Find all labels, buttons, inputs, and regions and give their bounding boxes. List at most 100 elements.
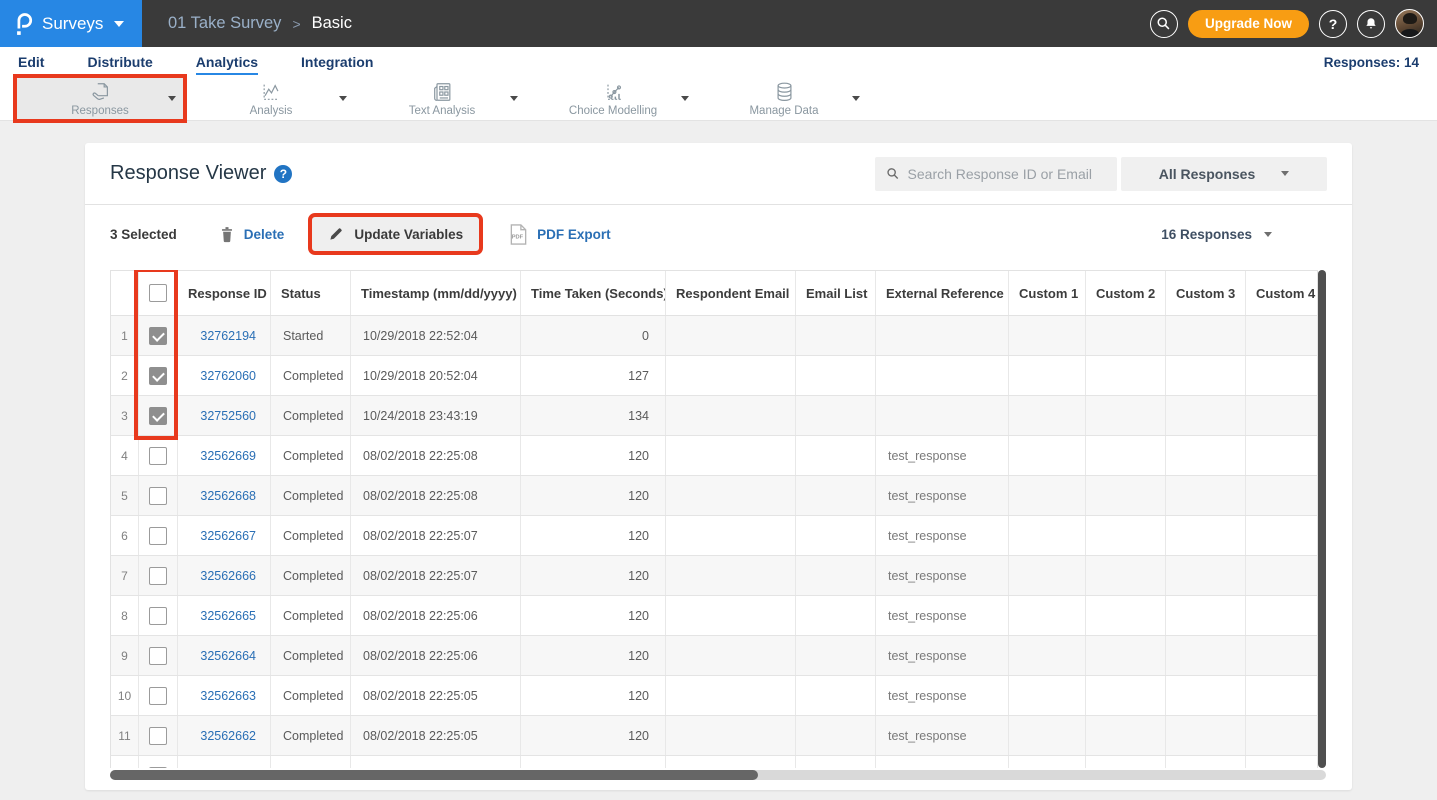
tab-analytics[interactable]: Analytics (196, 50, 258, 75)
brand-menu[interactable]: Surveys (0, 0, 142, 47)
row-checkbox[interactable] (149, 407, 167, 425)
horizontal-scrollbar[interactable] (110, 770, 1326, 780)
time-taken-cell: 120 (521, 556, 666, 595)
external-reference-cell (876, 396, 1009, 435)
row-checkbox[interactable] (149, 327, 167, 345)
row-number: 3 (111, 396, 139, 435)
choice-modelling-dropdown-caret-icon[interactable] (681, 96, 689, 101)
table-body: 1 32762194 Started 10/29/2018 22:52:04 0… (110, 316, 1326, 768)
column-header-status[interactable]: Status (271, 271, 351, 315)
toolbar-analysis[interactable]: Analysis (185, 77, 357, 121)
column-header-respondent-email[interactable]: Respondent Email (666, 271, 796, 315)
response-search[interactable] (875, 157, 1117, 191)
column-header-response-id[interactable]: Response ID ▲▼ (178, 271, 271, 315)
custom3-cell (1166, 436, 1246, 475)
row-checkbox[interactable] (149, 447, 167, 465)
response-id-link[interactable]: 32752560 (178, 396, 271, 435)
custom4-cell (1246, 596, 1317, 635)
pdf-export-button[interactable]: PDF PDF Export (509, 224, 611, 245)
table-row: 2 32762060 Completed 10/29/2018 20:52:04… (110, 356, 1318, 396)
respondent-email-cell (666, 476, 796, 515)
response-id-link[interactable]: 32562663 (178, 676, 271, 715)
notifications-button[interactable] (1357, 10, 1385, 38)
row-checkbox[interactable] (149, 607, 167, 625)
custom2-cell (1086, 396, 1166, 435)
responses-dropdown-caret-icon (1264, 232, 1272, 237)
row-checkbox[interactable] (149, 567, 167, 585)
custom4-cell (1246, 476, 1317, 515)
response-id-link[interactable]: 32562664 (178, 636, 271, 675)
row-checkbox[interactable] (149, 367, 167, 385)
row-checkbox[interactable] (149, 727, 167, 745)
toolbar-choice-modelling[interactable]: Choice Modelling (527, 77, 699, 121)
response-id-link[interactable] (178, 756, 271, 768)
custom1-cell (1009, 636, 1086, 675)
column-header-time-taken-seconds-[interactable]: Time Taken (Seconds) ▲▼ (521, 271, 666, 315)
responses-count-dropdown[interactable]: 16 Responses (1161, 227, 1272, 242)
help-button[interactable]: ? (1319, 10, 1347, 38)
custom3-cell (1166, 596, 1246, 635)
column-header-timestamp-mm-dd-yyyy-[interactable]: Timestamp (mm/dd/yyyy) ▲▼ (351, 271, 521, 315)
response-id-link[interactable]: 32762060 (178, 356, 271, 395)
upgrade-now-button[interactable]: Upgrade Now (1188, 10, 1309, 38)
response-id-link[interactable]: 32562667 (178, 516, 271, 555)
toolbar-text-analysis[interactable]: Text Analysis (356, 77, 528, 121)
column-header-email-list[interactable]: Email List (796, 271, 876, 315)
select-all-checkbox[interactable] (149, 284, 167, 302)
responses-dropdown-caret-icon[interactable] (168, 96, 176, 101)
email-list-cell (796, 436, 876, 475)
response-id-link[interactable]: 32562666 (178, 556, 271, 595)
response-id-link[interactable]: 32562665 (178, 596, 271, 635)
search-button[interactable] (1150, 10, 1178, 38)
custom2-cell (1086, 556, 1166, 595)
column-header-custom-2[interactable]: Custom 2 (1086, 271, 1166, 315)
choice-modelling-icon (602, 81, 625, 103)
viewer-help-icon[interactable]: ? (274, 165, 292, 183)
row-checkbox[interactable] (149, 487, 167, 505)
response-id-link[interactable]: 32562668 (178, 476, 271, 515)
page-title: Response Viewer (110, 162, 266, 185)
external-reference-cell: test_response (876, 516, 1009, 555)
row-checkbox[interactable] (149, 647, 167, 665)
row-checkbox[interactable] (149, 527, 167, 545)
column-header-custom-4[interactable]: Custom 4 (1246, 271, 1317, 315)
manage-data-dropdown-caret-icon[interactable] (852, 96, 860, 101)
responses-filter-dropdown[interactable]: All Responses (1121, 157, 1327, 191)
custom1-cell (1009, 476, 1086, 515)
email-list-cell (796, 556, 876, 595)
custom2-cell (1086, 316, 1166, 355)
user-avatar[interactable] (1395, 9, 1424, 38)
breadcrumb-survey-link[interactable]: 01 Take Survey (168, 14, 281, 33)
column-header-custom-3[interactable]: Custom 3 (1166, 271, 1246, 315)
response-id-link[interactable]: 32762194 (178, 316, 271, 355)
custom4-cell (1246, 676, 1317, 715)
analysis-dropdown-caret-icon[interactable] (339, 96, 347, 101)
vertical-scrollbar[interactable] (1318, 270, 1326, 768)
delete-button[interactable]: Delete (219, 226, 285, 243)
toolbar-responses[interactable]: Responses (14, 77, 186, 121)
pencil-icon (328, 226, 344, 242)
tab-integration[interactable]: Integration (301, 50, 373, 75)
text-analysis-dropdown-caret-icon[interactable] (510, 96, 518, 101)
table-row (110, 756, 1318, 768)
search-icon (886, 166, 900, 181)
toolbar-text-analysis-label: Text Analysis (409, 105, 475, 117)
tab-distribute[interactable]: Distribute (87, 50, 152, 75)
email-list-cell (796, 516, 876, 555)
response-id-link[interactable]: 32562669 (178, 436, 271, 475)
row-checkbox[interactable] (149, 767, 167, 769)
custom2-cell (1086, 436, 1166, 475)
status-cell: Completed (271, 516, 351, 555)
toolbar-manage-data[interactable]: Manage Data (698, 77, 870, 121)
row-number: 2 (111, 356, 139, 395)
custom3-cell (1166, 476, 1246, 515)
respondent-email-cell (666, 636, 796, 675)
search-input[interactable] (908, 166, 1106, 182)
tab-edit[interactable]: Edit (18, 50, 44, 75)
update-variables-button[interactable]: Update Variables (312, 217, 479, 251)
response-id-link[interactable]: 32562662 (178, 716, 271, 755)
column-header-external-reference[interactable]: External Reference (876, 271, 1009, 315)
horizontal-scrollbar-thumb[interactable] (110, 770, 758, 780)
row-checkbox[interactable] (149, 687, 167, 705)
column-header-custom-1[interactable]: Custom 1 (1009, 271, 1086, 315)
